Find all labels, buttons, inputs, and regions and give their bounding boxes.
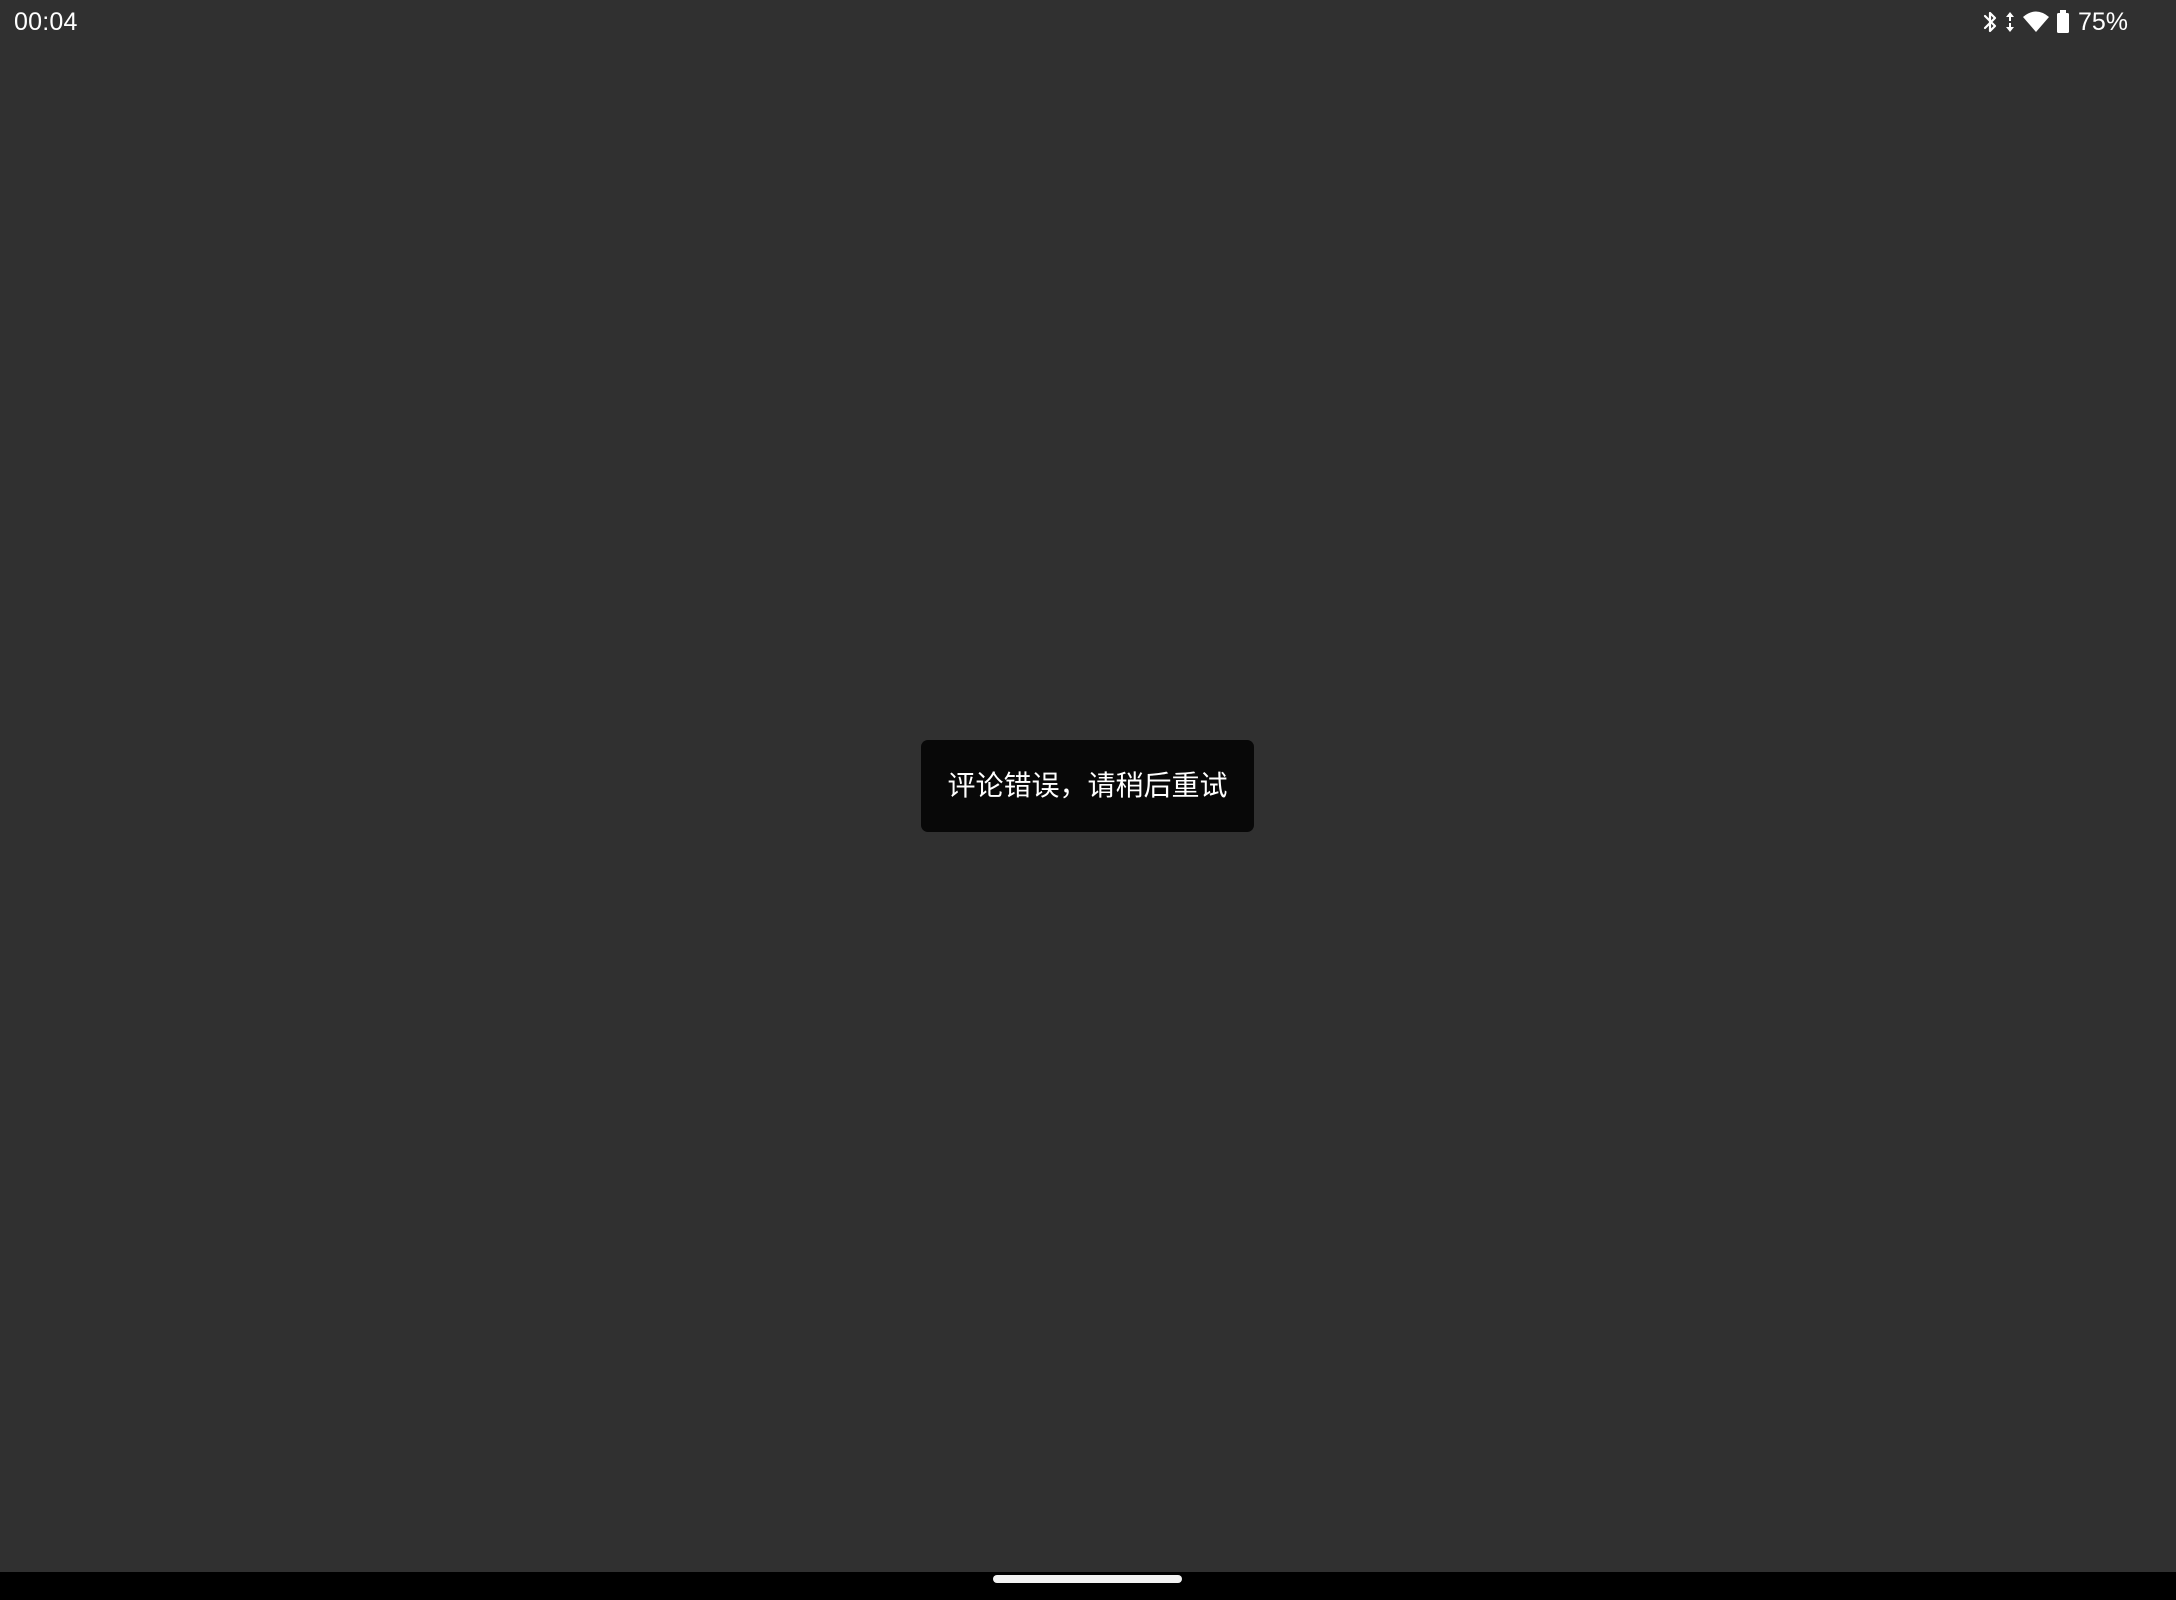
bluetooth-icon (1982, 9, 1998, 35)
app-screen: 00:04 75% 评论错误，请稍后重试 (0, 0, 2176, 1600)
status-icons: 75% (1982, 6, 2128, 38)
data-arrows-icon (2004, 9, 2016, 35)
status-bar: 00:04 75% (0, 0, 2176, 44)
status-time: 00:04 (14, 8, 78, 36)
battery-icon (2056, 9, 2070, 35)
home-gesture-handle[interactable] (993, 1575, 1182, 1583)
error-toast: 评论错误，请稍后重试 (921, 740, 1254, 832)
toast-message: 评论错误，请稍后重试 (947, 770, 1228, 801)
wifi-icon (2022, 10, 2050, 34)
battery-percentage: 75% (2077, 8, 2128, 36)
